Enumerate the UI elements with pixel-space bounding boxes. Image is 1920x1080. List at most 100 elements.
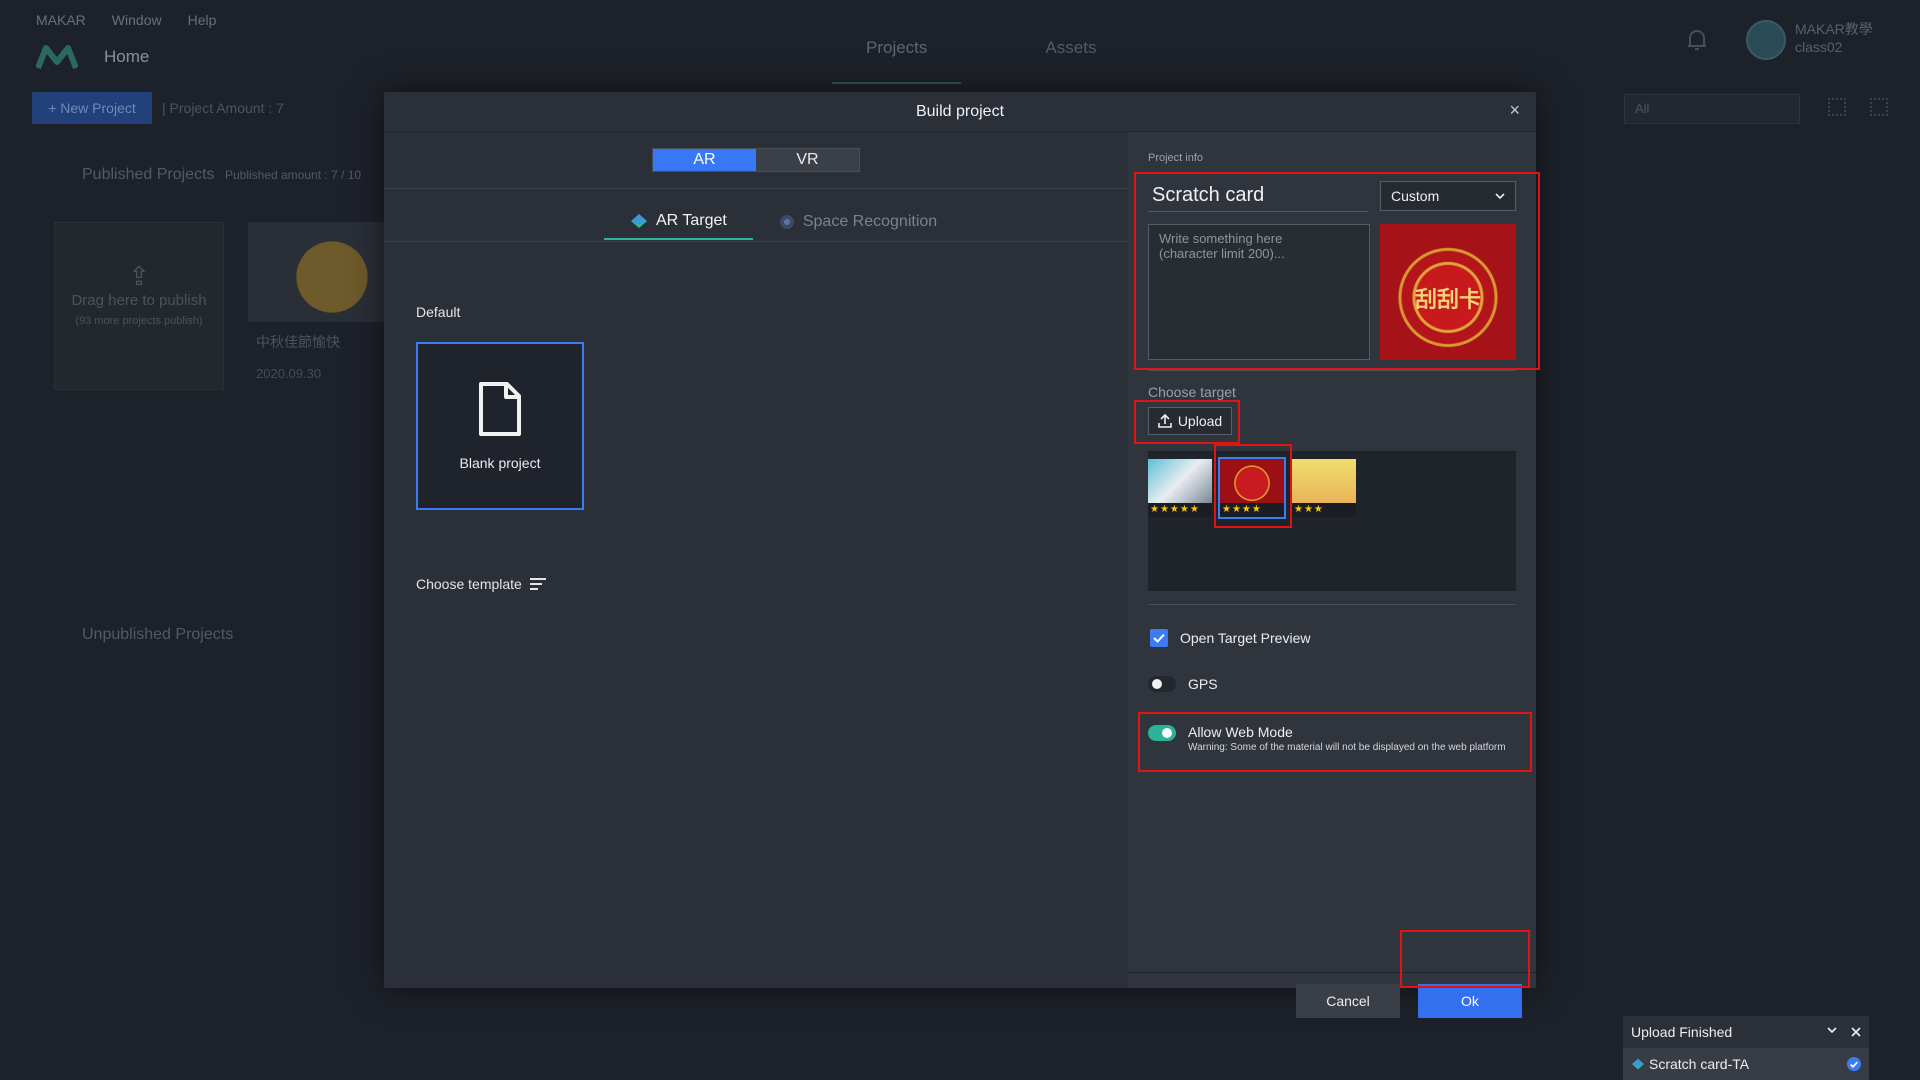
menu-help[interactable]: Help bbox=[188, 12, 217, 28]
tab-vr[interactable]: VR bbox=[756, 149, 859, 171]
publish-drop-zone[interactable]: ⇪ Drag here to publish (93 more projects… bbox=[54, 222, 224, 390]
cover-image[interactable]: 刮刮卡 bbox=[1380, 224, 1516, 360]
target-image-2[interactable]: ★★★★ bbox=[1218, 457, 1286, 519]
dialog-title: Build project bbox=[915, 103, 1005, 120]
target-image-3[interactable]: ★★★ bbox=[1292, 459, 1356, 517]
upload-item-label: Scratch card-TA bbox=[1649, 1056, 1750, 1072]
target-type-tabs: AR Target Space Recognition bbox=[604, 204, 963, 240]
drop-sub: (93 more projects publish) bbox=[75, 315, 203, 327]
target-grid: ★★★★★ ★★★★ ★★★ bbox=[1148, 451, 1516, 591]
tab-space-recognition[interactable]: Space Recognition bbox=[753, 204, 963, 240]
divider bbox=[384, 241, 1128, 242]
project-date: 2020.09.30 bbox=[256, 366, 322, 381]
tab-space-recognition-label: Space Recognition bbox=[802, 213, 938, 230]
space-recognition-icon bbox=[779, 215, 794, 229]
gps-label: GPS bbox=[1188, 676, 1218, 692]
blank-project-card[interactable]: Blank project bbox=[416, 342, 584, 510]
close-icon[interactable]: × bbox=[1509, 100, 1520, 121]
user-info: MAKAR教學 class02 bbox=[1795, 20, 1873, 56]
view-toggle bbox=[1828, 98, 1888, 116]
user-sub: class02 bbox=[1795, 39, 1843, 55]
upload-label: Upload bbox=[1177, 413, 1223, 429]
toast-header: Upload Finished bbox=[1623, 1016, 1869, 1048]
published-amount: Published amount : 7 / 10 bbox=[224, 168, 362, 182]
target-rating: ★★★★★ bbox=[1148, 503, 1212, 517]
description-textarea[interactable] bbox=[1148, 224, 1370, 360]
filter-select[interactable]: All bbox=[1624, 94, 1800, 124]
unpublished-projects-title[interactable]: Unpublished Projects bbox=[82, 626, 233, 644]
web-mode-warning: Warning: Some of the material will not b… bbox=[1188, 742, 1506, 753]
divider bbox=[1128, 972, 1536, 973]
chevron-down-icon bbox=[1495, 193, 1505, 199]
avatar[interactable] bbox=[1746, 20, 1786, 60]
target-thumbnail bbox=[1220, 459, 1284, 503]
drop-title: Drag here to publish bbox=[71, 292, 207, 309]
toast-upload-item: Scratch card-TA bbox=[1623, 1048, 1869, 1080]
ar-target-icon bbox=[1632, 1058, 1644, 1070]
open-target-preview-label: Open Target Preview bbox=[1180, 630, 1311, 646]
target-image-1[interactable]: ★★★★★ bbox=[1148, 459, 1212, 517]
tab-ar[interactable]: AR bbox=[653, 149, 756, 171]
gps-toggle-row[interactable]: GPS bbox=[1148, 676, 1218, 692]
default-label: Default bbox=[416, 304, 461, 320]
blank-project-label: Blank project bbox=[459, 455, 541, 471]
project-name-input[interactable] bbox=[1148, 180, 1368, 212]
divider bbox=[1148, 370, 1516, 371]
category-select[interactable]: Custom bbox=[1380, 181, 1516, 211]
project-thumbnail[interactable] bbox=[248, 222, 388, 322]
web-mode-label: Allow Web Mode bbox=[1188, 724, 1293, 740]
ok-button[interactable]: Ok bbox=[1418, 984, 1522, 1018]
cover-text: 刮刮卡 bbox=[1414, 287, 1481, 312]
close-icon[interactable] bbox=[1851, 1027, 1861, 1037]
chevron-down-icon[interactable] bbox=[1827, 1027, 1837, 1033]
checkbox-checked[interactable] bbox=[1150, 629, 1168, 647]
home-label[interactable]: Home bbox=[104, 47, 149, 67]
menu-bar: MAKAR Window Help bbox=[36, 12, 216, 28]
project-info-label: Project info bbox=[1148, 152, 1204, 164]
sort-lines-icon bbox=[529, 578, 546, 590]
project-amount: | Project Amount : 7 bbox=[162, 100, 284, 116]
dialog-header: Build project × bbox=[384, 92, 1536, 132]
tab-projects[interactable]: Projects bbox=[832, 34, 962, 84]
upload-toast: Upload Finished Scratch card-TA bbox=[1623, 1016, 1869, 1080]
template-pane: AR VR AR Target Space Recognition Defaul… bbox=[384, 132, 1128, 988]
build-project-dialog: Build project × AR VR AR Target Space Re… bbox=[384, 92, 1536, 1018]
open-target-preview-checkbox[interactable]: Open Target Preview bbox=[1150, 629, 1310, 647]
tab-ar-target-label: AR Target bbox=[656, 212, 727, 229]
project-info-pane: Project info Custom 刮刮卡 Choose target Up… bbox=[1128, 132, 1536, 1018]
gps-toggle[interactable] bbox=[1148, 676, 1176, 692]
upload-button[interactable]: Upload bbox=[1148, 407, 1232, 435]
web-mode-toggle-row[interactable]: Allow Web Mode Warning: Some of the mate… bbox=[1148, 724, 1506, 753]
ar-target-icon bbox=[631, 214, 647, 228]
choose-template-button[interactable]: Choose template bbox=[416, 576, 546, 592]
upload-item-name: Scratch card-TA bbox=[1631, 1056, 1749, 1072]
list-view-icon[interactable] bbox=[1870, 98, 1888, 116]
check-circle-icon bbox=[1847, 1057, 1861, 1071]
makar-logo-icon bbox=[36, 45, 78, 70]
mode-switch: AR VR bbox=[652, 148, 860, 172]
choose-target-label: Choose target bbox=[1148, 384, 1236, 400]
target-rating: ★★★ bbox=[1292, 503, 1356, 517]
user-name: MAKAR教學 bbox=[1795, 21, 1873, 37]
tab-ar-target[interactable]: AR Target bbox=[604, 204, 753, 240]
divider bbox=[1148, 604, 1516, 605]
divider bbox=[384, 188, 1128, 189]
new-project-button[interactable]: + New Project bbox=[32, 92, 152, 124]
published-projects-title[interactable]: Published Projects Published amount : 7 … bbox=[82, 166, 361, 184]
menu-window[interactable]: Window bbox=[112, 12, 162, 28]
web-mode-toggle[interactable] bbox=[1148, 725, 1176, 741]
project-title: 中秋佳節愉快 bbox=[256, 334, 340, 350]
toast-title: Upload Finished bbox=[1631, 1024, 1733, 1040]
category-value: Custom bbox=[1391, 188, 1440, 204]
bell-icon[interactable] bbox=[1686, 28, 1708, 52]
check-icon bbox=[1153, 633, 1165, 643]
grid-view-icon[interactable] bbox=[1828, 98, 1846, 116]
tab-assets[interactable]: Assets bbox=[1011, 34, 1130, 84]
menu-makar[interactable]: MAKAR bbox=[36, 12, 86, 28]
top-tabs: Projects Assets bbox=[832, 34, 1130, 84]
target-thumbnail bbox=[1292, 459, 1356, 503]
cancel-button[interactable]: Cancel bbox=[1296, 984, 1400, 1018]
toast-controls bbox=[1827, 1027, 1861, 1037]
choose-template-label: Choose template bbox=[416, 576, 522, 592]
target-rating: ★★★★ bbox=[1220, 503, 1284, 517]
